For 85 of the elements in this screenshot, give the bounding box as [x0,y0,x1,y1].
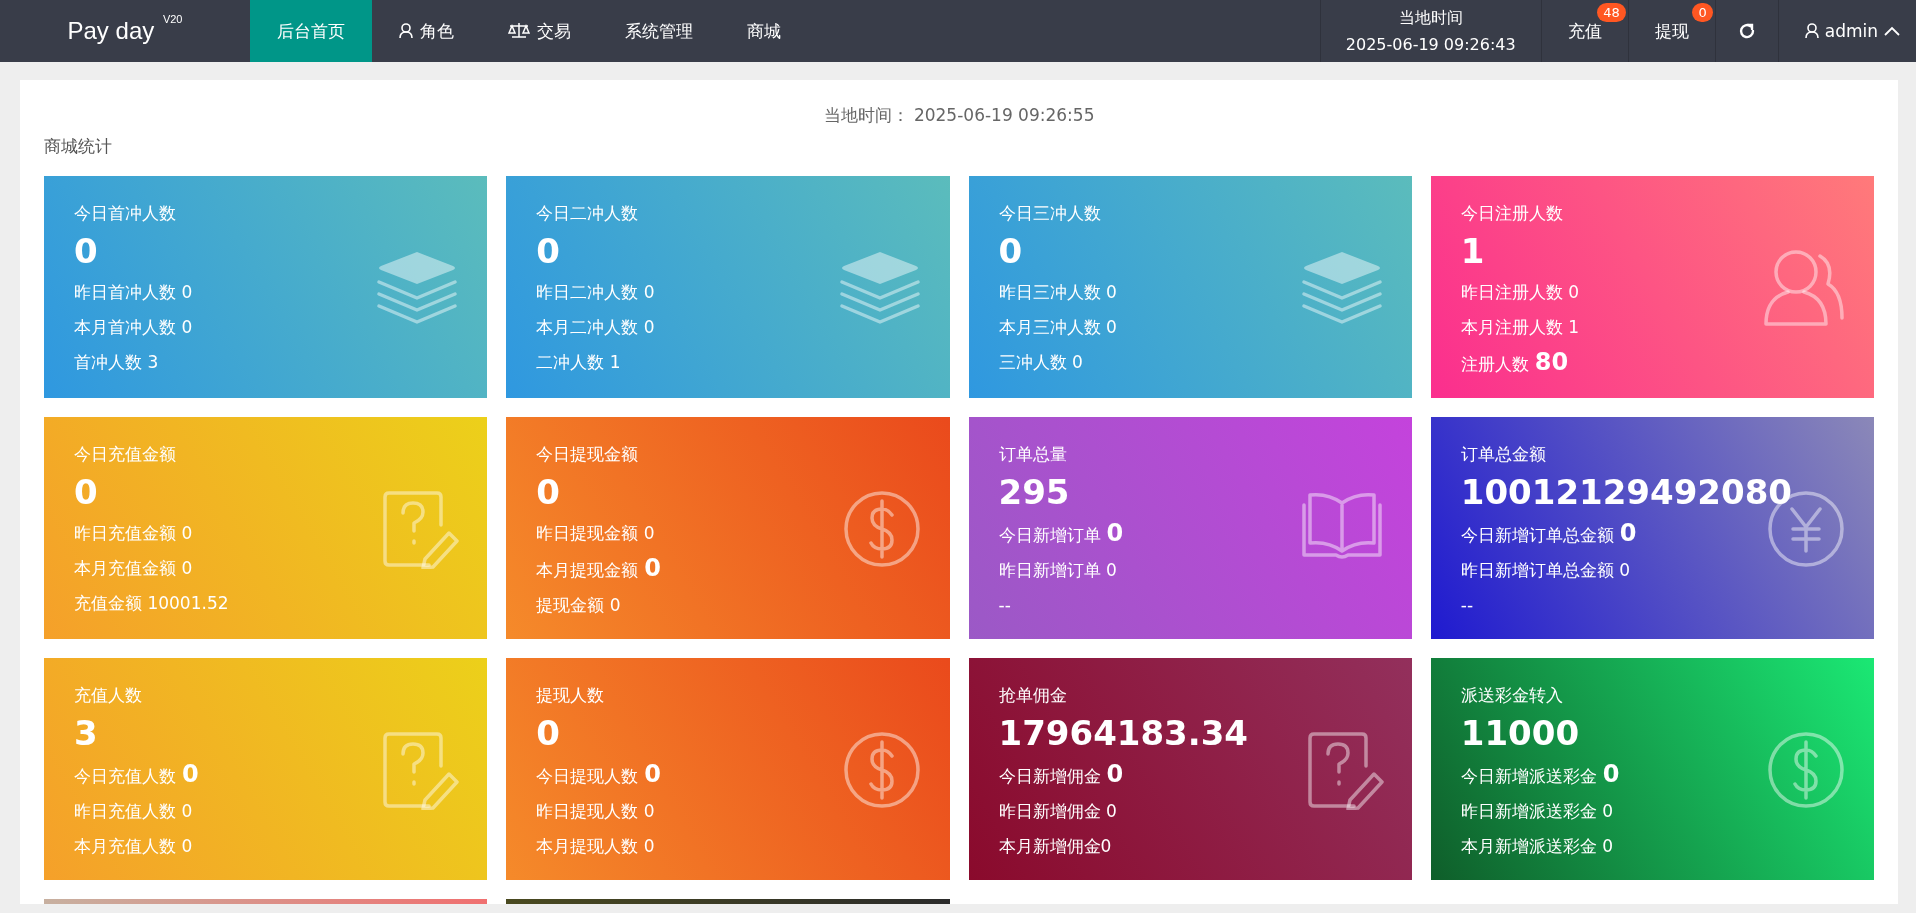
card-value: 295 [998,472,1071,512]
users-icon [1762,248,1846,328]
header-link[interactable]: 提现 0 [1627,0,1715,62]
card-stat: 三冲人数 0 [998,351,1083,374]
section-title: 商城统计 [44,135,113,158]
clock-label: 当地时间 [1398,8,1463,29]
card-stat: 今日新增订单总金额 0 [1460,518,1637,549]
card-stat: 提现金额 0 [536,594,621,617]
card-stat: 二冲人数 1 [536,351,621,374]
question-note-icon [381,489,460,569]
scale-icon [508,22,530,40]
card-stat: 昨日新增订单 0 [998,559,1117,582]
card-value: 3 [74,713,99,753]
card-title: 今日提现金额 [536,443,640,466]
nav-tab[interactable]: 交易 [481,0,598,62]
card-stat: 本月提现金额 0 [536,553,661,584]
card-stat: 本月三冲人数 0 [998,316,1117,339]
count-badge: 0 [1692,3,1713,22]
card-stat: 今日新增派送彩金 0 [1460,759,1620,790]
card-stat: 本月首冲人数 0 [74,316,193,339]
question-note-icon [1305,730,1384,810]
card-stat: 昨日充值金额 0 [74,522,193,545]
card-title: 充值人数 [74,684,143,707]
card-stat: 今日充值人数 0 [74,759,199,790]
card-title: 订单总量 [998,443,1068,466]
nav-tab[interactable]: 商城 [720,0,808,62]
card-stat: 首冲人数 3 [74,351,159,374]
card-value: 1 [1460,231,1486,271]
card-stat: 本月新增佣金0 [998,835,1112,858]
card-value: 11000 [1460,713,1581,753]
card-value: 0 [536,472,561,512]
card-stat: 本月提现人数 0 [536,835,655,858]
header-link[interactable]: 充值 48 [1540,0,1628,62]
nav-tab[interactable]: 系统管理 [598,0,720,62]
card-stat: 今日新增佣金 0 [998,759,1124,790]
dollar-icon [841,730,922,810]
card-title: 今日三冲人数 [998,202,1102,225]
card-value: 0 [536,713,561,753]
card-stat: 本月新增派送彩金 0 [1460,835,1613,858]
card-title: 今日充值金额 [74,443,177,466]
card-stat: 本月二冲人数 0 [536,316,655,339]
card-title: 派送彩金转入 [1460,684,1564,707]
card-stat: 昨日注册人数 0 [1460,281,1579,304]
card-value: 0 [74,231,99,271]
count-badge: 48 [1597,3,1626,22]
dollar-icon [841,489,922,569]
nav-tab[interactable]: 角色 [372,0,481,62]
card-stat: 本月充值金额 0 [74,557,193,580]
card-stat: 充值金额 10001.52 [74,592,229,615]
card-value: 0 [536,231,561,271]
card-title: 提现人数 [536,684,606,707]
card-stat: 昨日二冲人数 0 [536,281,655,304]
card-stat: 今日新增订单 0 [998,518,1124,549]
dollar-icon [1766,730,1846,810]
user-icon [1804,23,1819,39]
card-value: 10012129492080 [1460,472,1793,512]
card-stat: 昨日提现人数 0 [536,800,655,823]
card-stat: -- [1460,594,1474,617]
clock-time: 2025-06-19 09:26:43 [1345,35,1516,54]
user-menu[interactable]: admin [1777,0,1916,62]
card-stat: 注册人数 80 [1460,347,1569,378]
card-stat: 昨日提现金额 0 [536,522,655,545]
card-value: 0 [74,472,99,512]
card-stat: 本月注册人数 1 [1460,316,1579,339]
question-note-icon [381,730,460,810]
card-stat: 昨日新增派送彩金 0 [1460,800,1613,823]
nav-tab[interactable]: 后台首页 [250,0,372,62]
card-stat: 昨日新增订单总金额 0 [1460,559,1630,582]
card-value: 0 [998,231,1024,271]
local-time: 当地时间： 2025-06-19 09:26:55 [823,105,1095,125]
card-title: 今日首冲人数 [74,202,177,225]
card-title: 抢单佣金 [998,684,1068,707]
logo: Pay day $^{V20}$ [66,12,184,46]
card-title: 今日注册人数 [1460,202,1564,225]
card-title: 今日二冲人数 [536,202,640,225]
card-value: 17964183.34 [998,713,1249,753]
card-stat: 昨日充值人数 0 [74,800,193,823]
user-icon [399,23,413,39]
card-stat: 昨日首冲人数 0 [74,281,193,304]
card-stat: 昨日新增佣金 0 [998,800,1117,823]
card-title: 订单总金额 [1460,443,1547,466]
card-stat: 本月充值人数 0 [74,835,193,858]
card-stat: -- [998,594,1011,617]
card-stat: 今日提现人数 0 [536,759,661,790]
card-stat: 昨日三冲人数 0 [998,281,1117,304]
